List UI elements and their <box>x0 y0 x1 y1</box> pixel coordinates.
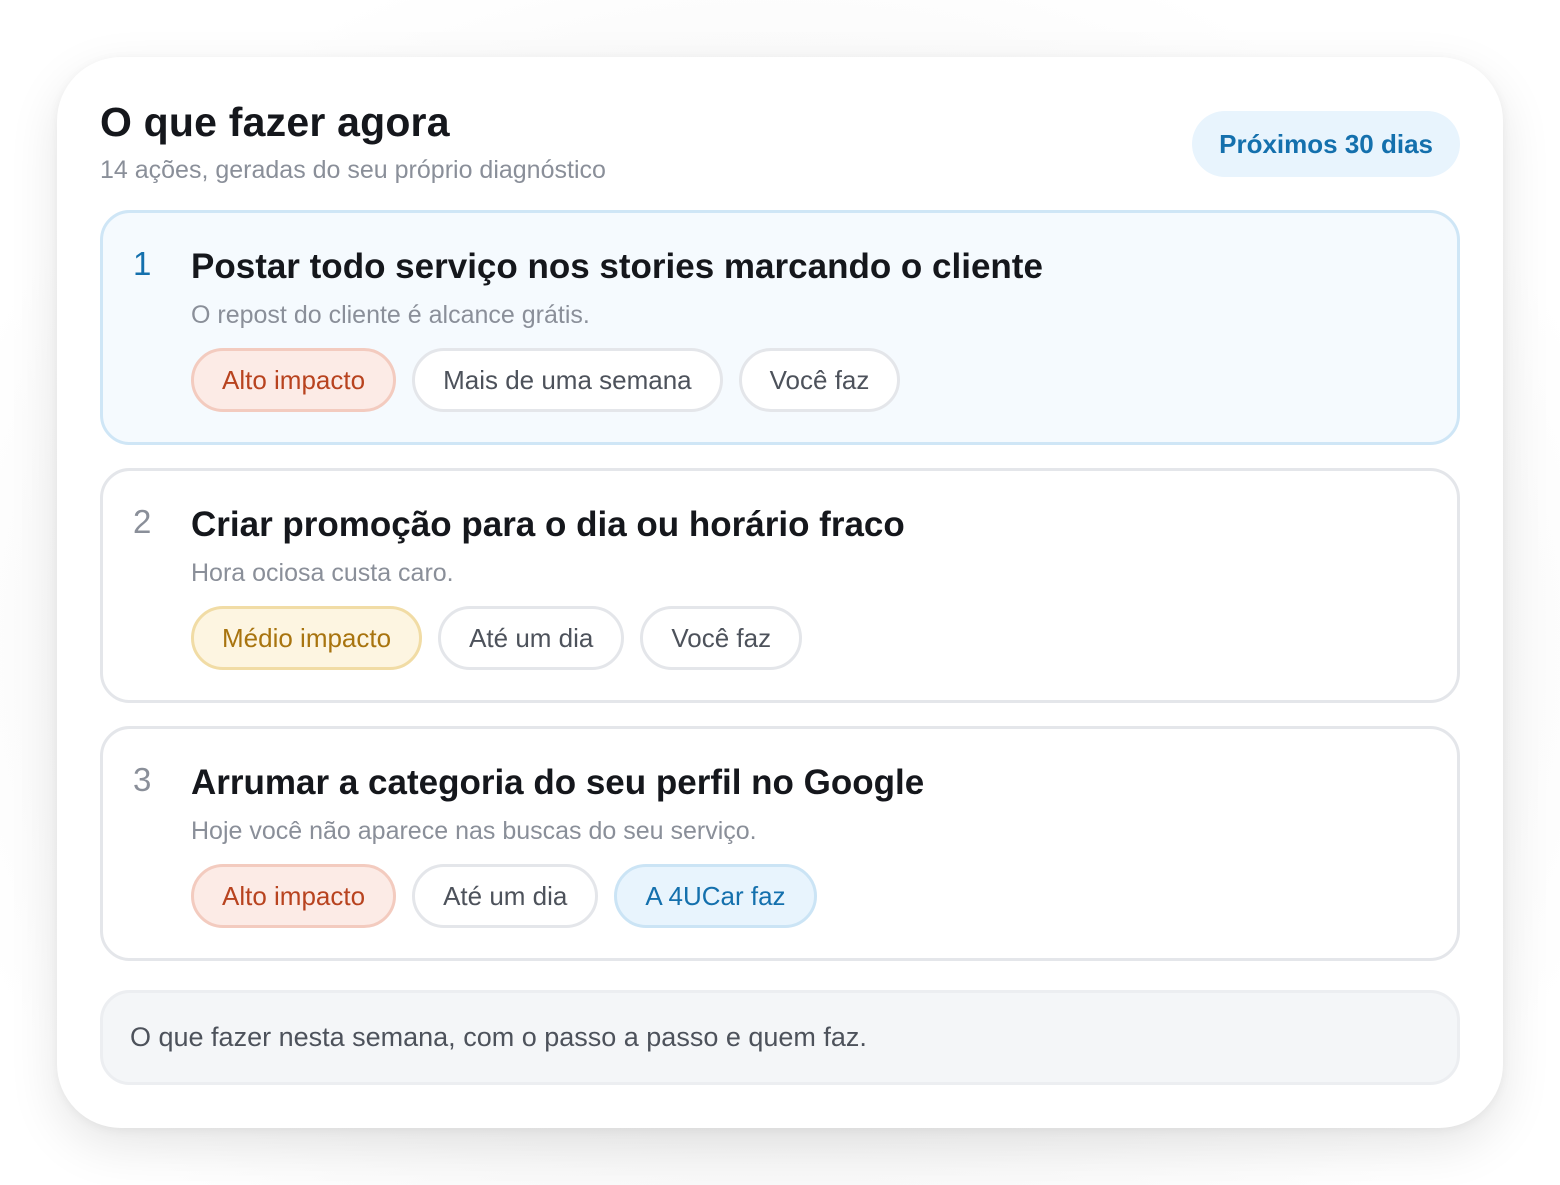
action-tags: Alto impacto Até um dia A 4UCar faz <box>191 864 817 928</box>
action-number: 1 <box>133 245 152 282</box>
action-description: Hoje você não aparece nas buscas do seu … <box>191 817 757 845</box>
action-tags: Alto impacto Mais de uma semana Você faz <box>191 348 901 412</box>
action-card-1[interactable]: 1 Postar todo serviço nos stories marcan… <box>100 210 1460 445</box>
effort-tag: Até um dia <box>412 864 599 928</box>
action-title: Postar todo serviço nos stories marcando… <box>191 247 1043 286</box>
panel-subtitle: 14 ações, geradas do seu próprio diagnós… <box>100 156 606 184</box>
period-badge[interactable]: Próximos 30 dias <box>1192 111 1460 177</box>
action-description: Hora ociosa custa caro. <box>191 559 454 587</box>
panel-title: O que fazer agora <box>100 99 450 145</box>
impact-tag: Alto impacto <box>191 348 397 412</box>
action-number: 3 <box>133 761 152 798</box>
effort-tag: Mais de uma semana <box>412 348 723 412</box>
owner-tag: A 4UCar faz <box>614 864 817 928</box>
action-number: 2 <box>133 503 152 540</box>
impact-tag: Alto impacto <box>191 864 397 928</box>
impact-tag: Médio impacto <box>191 606 423 670</box>
action-card-3[interactable]: 3 Arrumar a categoria do seu perfil no G… <box>100 726 1460 961</box>
owner-tag: Você faz <box>640 606 803 670</box>
footer-note[interactable]: O que fazer nesta semana, com o passo a … <box>100 990 1460 1085</box>
action-title: Arrumar a categoria do seu perfil no Goo… <box>191 763 925 802</box>
action-description: O repost do cliente é alcance grátis. <box>191 301 590 329</box>
action-title: Criar promoção para o dia ou horário fra… <box>191 505 905 544</box>
action-card-2[interactable]: 2 Criar promoção para o dia ou horário f… <box>100 468 1460 703</box>
effort-tag: Até um dia <box>438 606 625 670</box>
owner-tag: Você faz <box>738 348 901 412</box>
action-plan-panel: O que fazer agora 14 ações, geradas do s… <box>57 57 1503 1128</box>
action-tags: Médio impacto Até um dia Você faz <box>191 606 803 670</box>
